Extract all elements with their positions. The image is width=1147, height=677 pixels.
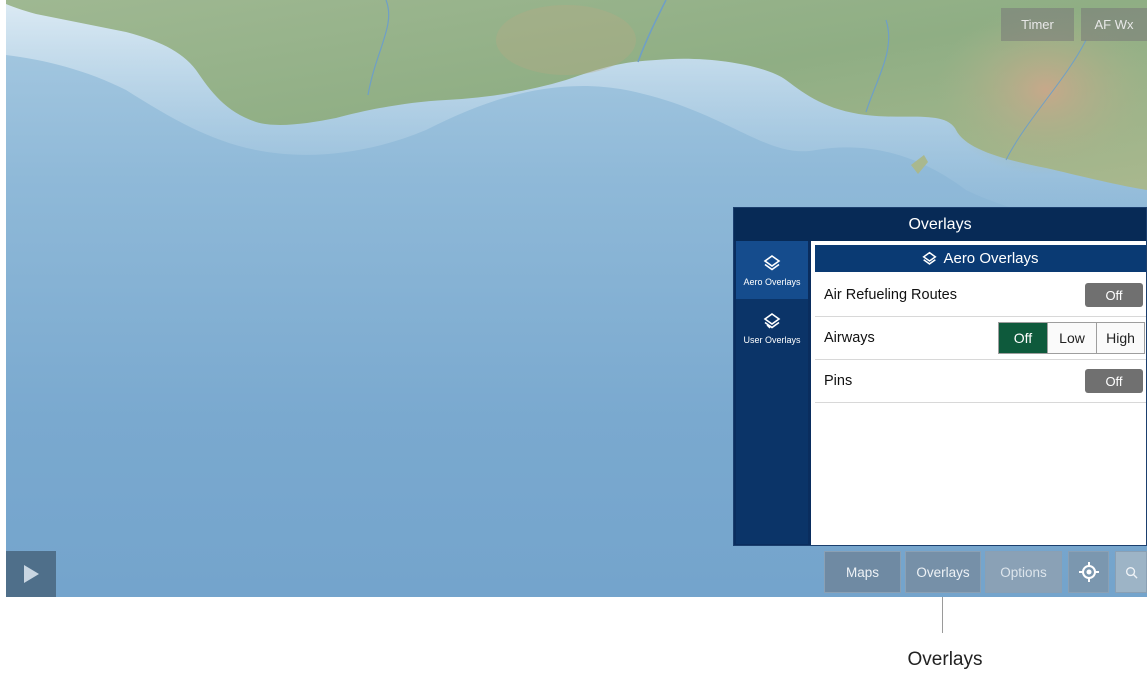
search-icon (1125, 566, 1138, 579)
locate-button[interactable] (1068, 551, 1109, 593)
layers-icon (922, 251, 938, 265)
airways-option-off[interactable]: Off (999, 323, 1047, 353)
airways-segmented-control: Off Low High (998, 322, 1145, 354)
user-layers-icon (763, 312, 781, 328)
timer-button[interactable]: Timer (1001, 8, 1074, 41)
play-icon (24, 565, 39, 583)
section-header: Aero Overlays (815, 245, 1146, 272)
panel-title: Overlays (734, 208, 1146, 241)
callout-line (942, 597, 943, 633)
locate-icon (1078, 562, 1099, 582)
airways-option-high[interactable]: High (1096, 323, 1144, 353)
overlay-row-air-refueling-routes: Air Refueling Routes Off (815, 274, 1146, 317)
sidebar-item-user-overlays[interactable]: User Overlays (736, 299, 808, 357)
overlays-button[interactable]: Overlays (905, 551, 981, 593)
overlay-sidebar: Aero Overlays User Overlays (736, 241, 808, 544)
row-label: Pins (824, 373, 853, 389)
pins-toggle[interactable]: Off (1085, 369, 1143, 393)
options-button[interactable]: Options (985, 551, 1062, 593)
maps-button[interactable]: Maps (824, 551, 901, 593)
layers-icon (763, 254, 781, 270)
af-wx-button[interactable]: AF Wx (1081, 8, 1147, 41)
sidebar-item-aero-overlays[interactable]: Aero Overlays (736, 241, 808, 299)
overlay-row-pins: Pins Off (815, 360, 1146, 403)
row-label: Air Refueling Routes (824, 287, 957, 303)
section-header-label: Aero Overlays (943, 250, 1039, 267)
air-refueling-routes-toggle[interactable]: Off (1085, 283, 1143, 307)
sidebar-item-label: Aero Overlays (743, 276, 801, 287)
sidebar-item-label: User Overlays (743, 334, 801, 345)
overlays-panel: Overlays Aero Overlays User Overlays Aer… (733, 207, 1147, 546)
row-label: Airways (824, 330, 875, 346)
play-button[interactable] (6, 551, 56, 597)
airways-option-low[interactable]: Low (1047, 323, 1096, 353)
search-button[interactable] (1115, 551, 1147, 593)
callout-label: Overlays (907, 649, 983, 670)
overlay-content: Aero Overlays Air Refueling Routes Off A… (811, 241, 1146, 545)
overlay-row-airways: Airways Off Low High (815, 317, 1146, 360)
